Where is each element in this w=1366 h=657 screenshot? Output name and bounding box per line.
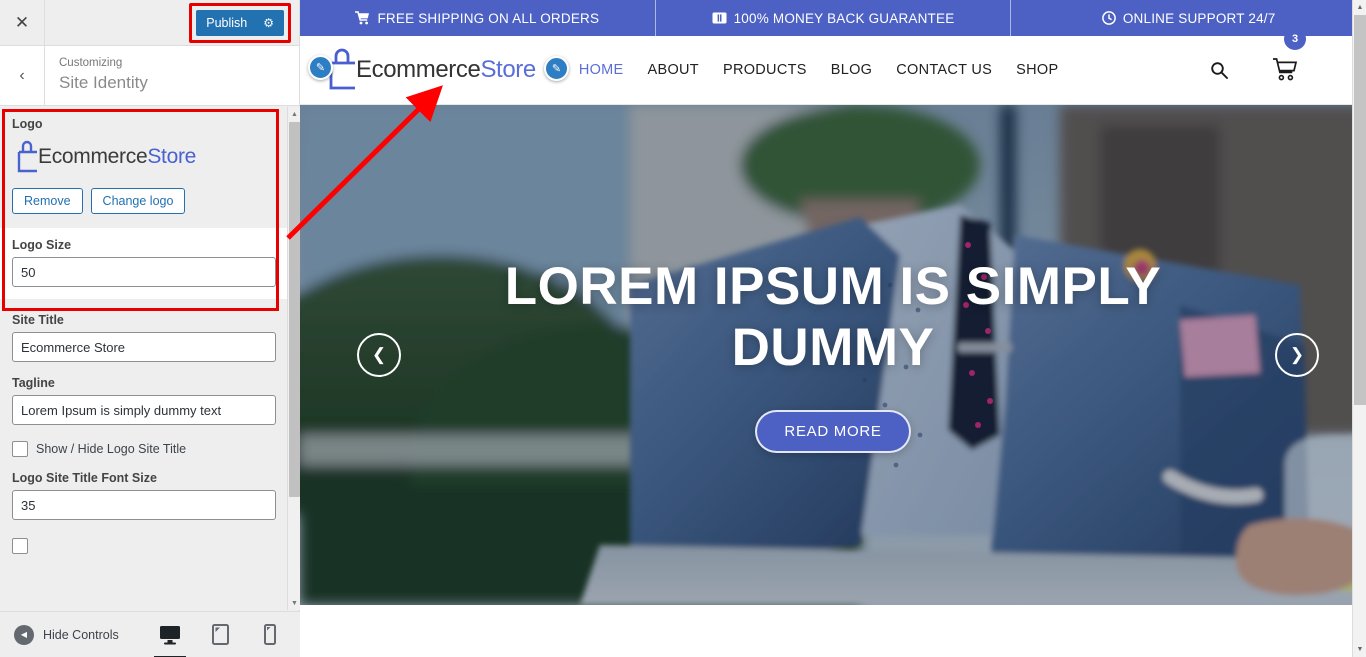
tagline-label: Tagline — [12, 376, 55, 390]
logo-label: Logo — [12, 117, 43, 131]
edit-menu-pencil-icon[interactable]: ✎ — [544, 56, 569, 81]
nav-item-shop[interactable]: SHOP — [1016, 62, 1058, 78]
site-title-label: Site Title — [12, 313, 64, 327]
page-title: Site Identity — [59, 73, 148, 92]
gear-icon[interactable]: ⚙ — [263, 17, 274, 29]
preview-scrollbar-thumb[interactable] — [1354, 15, 1366, 405]
logo-actions: Remove Change logo — [12, 188, 276, 214]
announcement-free-shipping-label: FREE SHIPPING ON ALL ORDERS — [377, 10, 600, 26]
mobile-glyph — [264, 624, 276, 645]
site-header: ✎ EcommerceStore ✎ HOME ABOUT PRODUCTS B… — [300, 28, 1366, 105]
announcement-free-shipping: FREE SHIPPING ON ALL ORDERS — [300, 0, 656, 36]
announcement-money-back-label: 100% MONEY BACK GUARANTEE — [733, 10, 955, 26]
announcement-bar: FREE SHIPPING ON ALL ORDERS 100% MONEY B… — [300, 0, 1366, 36]
nav-item-products[interactable]: PRODUCTS — [723, 62, 807, 78]
logo-preview: EcommerceStore — [12, 136, 276, 178]
money-back-icon — [712, 12, 727, 24]
logo-size-input[interactable] — [12, 257, 276, 287]
announcement-support-label: ONLINE SUPPORT 24/7 — [1122, 10, 1276, 26]
nav-item-home[interactable]: HOME — [579, 62, 624, 78]
clock-icon — [1102, 11, 1116, 25]
control-next-partial[interactable] — [0, 538, 288, 554]
controls-scroll-area: Logo EcommerceStore Remove Change logo L… — [0, 107, 300, 610]
announcement-money-back: 100% MONEY BACK GUARANTEE — [656, 0, 1012, 36]
control-site-title: Site Title — [0, 313, 288, 362]
logo-text-secondary: Store — [147, 145, 197, 168]
logo-site-title-font-size-label: Logo Site Title Font Size — [12, 471, 157, 485]
brand-text: EcommerceStore — [356, 56, 536, 84]
controls-list: Logo EcommerceStore Remove Change logo L… — [0, 107, 288, 554]
slider-prev-button[interactable]: ❮ — [357, 333, 401, 377]
publish-button-label: Publish — [206, 15, 248, 30]
cart-glyph — [1273, 58, 1298, 81]
preview-scroll-down-icon[interactable]: ▼ — [1353, 642, 1366, 657]
slider-next-button[interactable]: ❯ — [1275, 333, 1319, 377]
brand-text-primary: Ecommerce — [356, 56, 481, 83]
collapse-icon: ◀ — [14, 624, 34, 645]
cart-count-badge: 3 — [1284, 28, 1306, 50]
control-show-hide-logo-site-title[interactable]: Show / Hide Logo Site Title — [0, 441, 288, 457]
hero-slider: LOREM IPSUM IS SIMPLY DUMMY READ MORE ❮ … — [300, 105, 1366, 605]
back-button[interactable]: ‹ — [0, 46, 45, 105]
site-preview: FREE SHIPPING ON ALL ORDERS 100% MONEY B… — [300, 0, 1366, 657]
announcement-support: ONLINE SUPPORT 24/7 — [1011, 0, 1366, 36]
control-logo: Logo EcommerceStore Remove Change logo — [0, 107, 288, 228]
close-icon[interactable]: ✕ — [0, 0, 45, 45]
hero-title: LOREM IPSUM IS SIMPLY DUMMY — [504, 256, 1162, 377]
desktop-glyph — [160, 625, 180, 644]
site-title-input[interactable] — [12, 332, 276, 362]
breadcrumb: Customizing — [59, 57, 123, 69]
new-arrivals-section: NEW ARRIVALS — [300, 605, 1366, 657]
remove-logo-button[interactable]: Remove — [12, 188, 83, 214]
search-icon[interactable] — [1210, 61, 1228, 79]
logo-site-title-font-size-input[interactable] — [12, 490, 276, 520]
logo-size-label: Logo Size — [12, 238, 72, 252]
tablet-icon[interactable] — [208, 623, 232, 647]
logo-text-primary: Ecommerce — [38, 145, 148, 168]
hide-controls-label: Hide Controls — [43, 627, 119, 642]
customizer-header: ✕ Publish ⚙ — [0, 0, 299, 46]
cart-icon[interactable]: 3 — [1272, 28, 1306, 82]
change-logo-button[interactable]: Change logo — [90, 188, 186, 214]
show-hide-logo-site-title-label: Show / Hide Logo Site Title — [36, 442, 187, 456]
search-glyph — [1211, 62, 1228, 79]
publish-highlight-box: Publish ⚙ — [189, 2, 291, 43]
hero-content: LOREM IPSUM IS SIMPLY DUMMY READ MORE — [300, 105, 1366, 605]
nav-item-blog[interactable]: BLOG — [831, 62, 873, 78]
read-more-button[interactable]: READ MORE — [755, 410, 911, 454]
shopping-cart-icon — [355, 11, 370, 25]
mobile-icon[interactable] — [258, 623, 282, 647]
panel-titles: Customizing Site Identity — [45, 46, 148, 105]
nav-item-about[interactable]: ABOUT — [648, 62, 699, 78]
logo-text: EcommerceStore — [38, 145, 196, 169]
device-preview-switcher — [154, 623, 282, 657]
customizer-footer: ◀ Hide Controls — [0, 611, 300, 657]
scroll-up-arrow-icon[interactable]: ▲ — [288, 107, 300, 121]
site-branding[interactable]: ✎ EcommerceStore ✎ — [308, 48, 569, 92]
panel-header: ‹ Customizing Site Identity — [0, 46, 299, 106]
header-actions: 3 — [1210, 28, 1366, 82]
sidebar-scrollbar-thumb[interactable] — [289, 122, 300, 497]
tablet-glyph — [211, 624, 229, 645]
control-logo-size: Logo Size — [0, 228, 288, 299]
next-control-checkbox[interactable] — [12, 538, 28, 554]
preview-scroll-up-icon[interactable]: ▲ — [1353, 0, 1366, 15]
sidebar-scrollbar[interactable]: ▲ ▼ — [287, 107, 300, 610]
control-tagline: Tagline — [0, 376, 288, 425]
preview-scrollbar[interactable]: ▲ ▼ — [1352, 0, 1366, 657]
nav-item-contact-us[interactable]: CONTACT US — [896, 62, 992, 78]
show-hide-logo-site-title-checkbox[interactable] — [12, 441, 28, 457]
tagline-input[interactable] — [12, 395, 276, 425]
scroll-down-arrow-icon[interactable]: ▼ — [288, 596, 300, 610]
hide-controls-button[interactable]: ◀ Hide Controls — [0, 624, 119, 645]
control-logo-site-title-font-size: Logo Site Title Font Size — [0, 471, 288, 520]
primary-navigation: HOME ABOUT PRODUCTS BLOG CONTACT US SHOP — [579, 62, 1059, 78]
customizer-sidebar: ✕ Publish ⚙ ‹ Customizing Site Identity — [0, 0, 300, 657]
desktop-icon[interactable] — [154, 623, 186, 657]
edit-logo-pencil-icon[interactable]: ✎ — [308, 55, 333, 80]
publish-button[interactable]: Publish ⚙ — [196, 9, 284, 36]
brand-text-secondary: Store — [480, 56, 536, 83]
